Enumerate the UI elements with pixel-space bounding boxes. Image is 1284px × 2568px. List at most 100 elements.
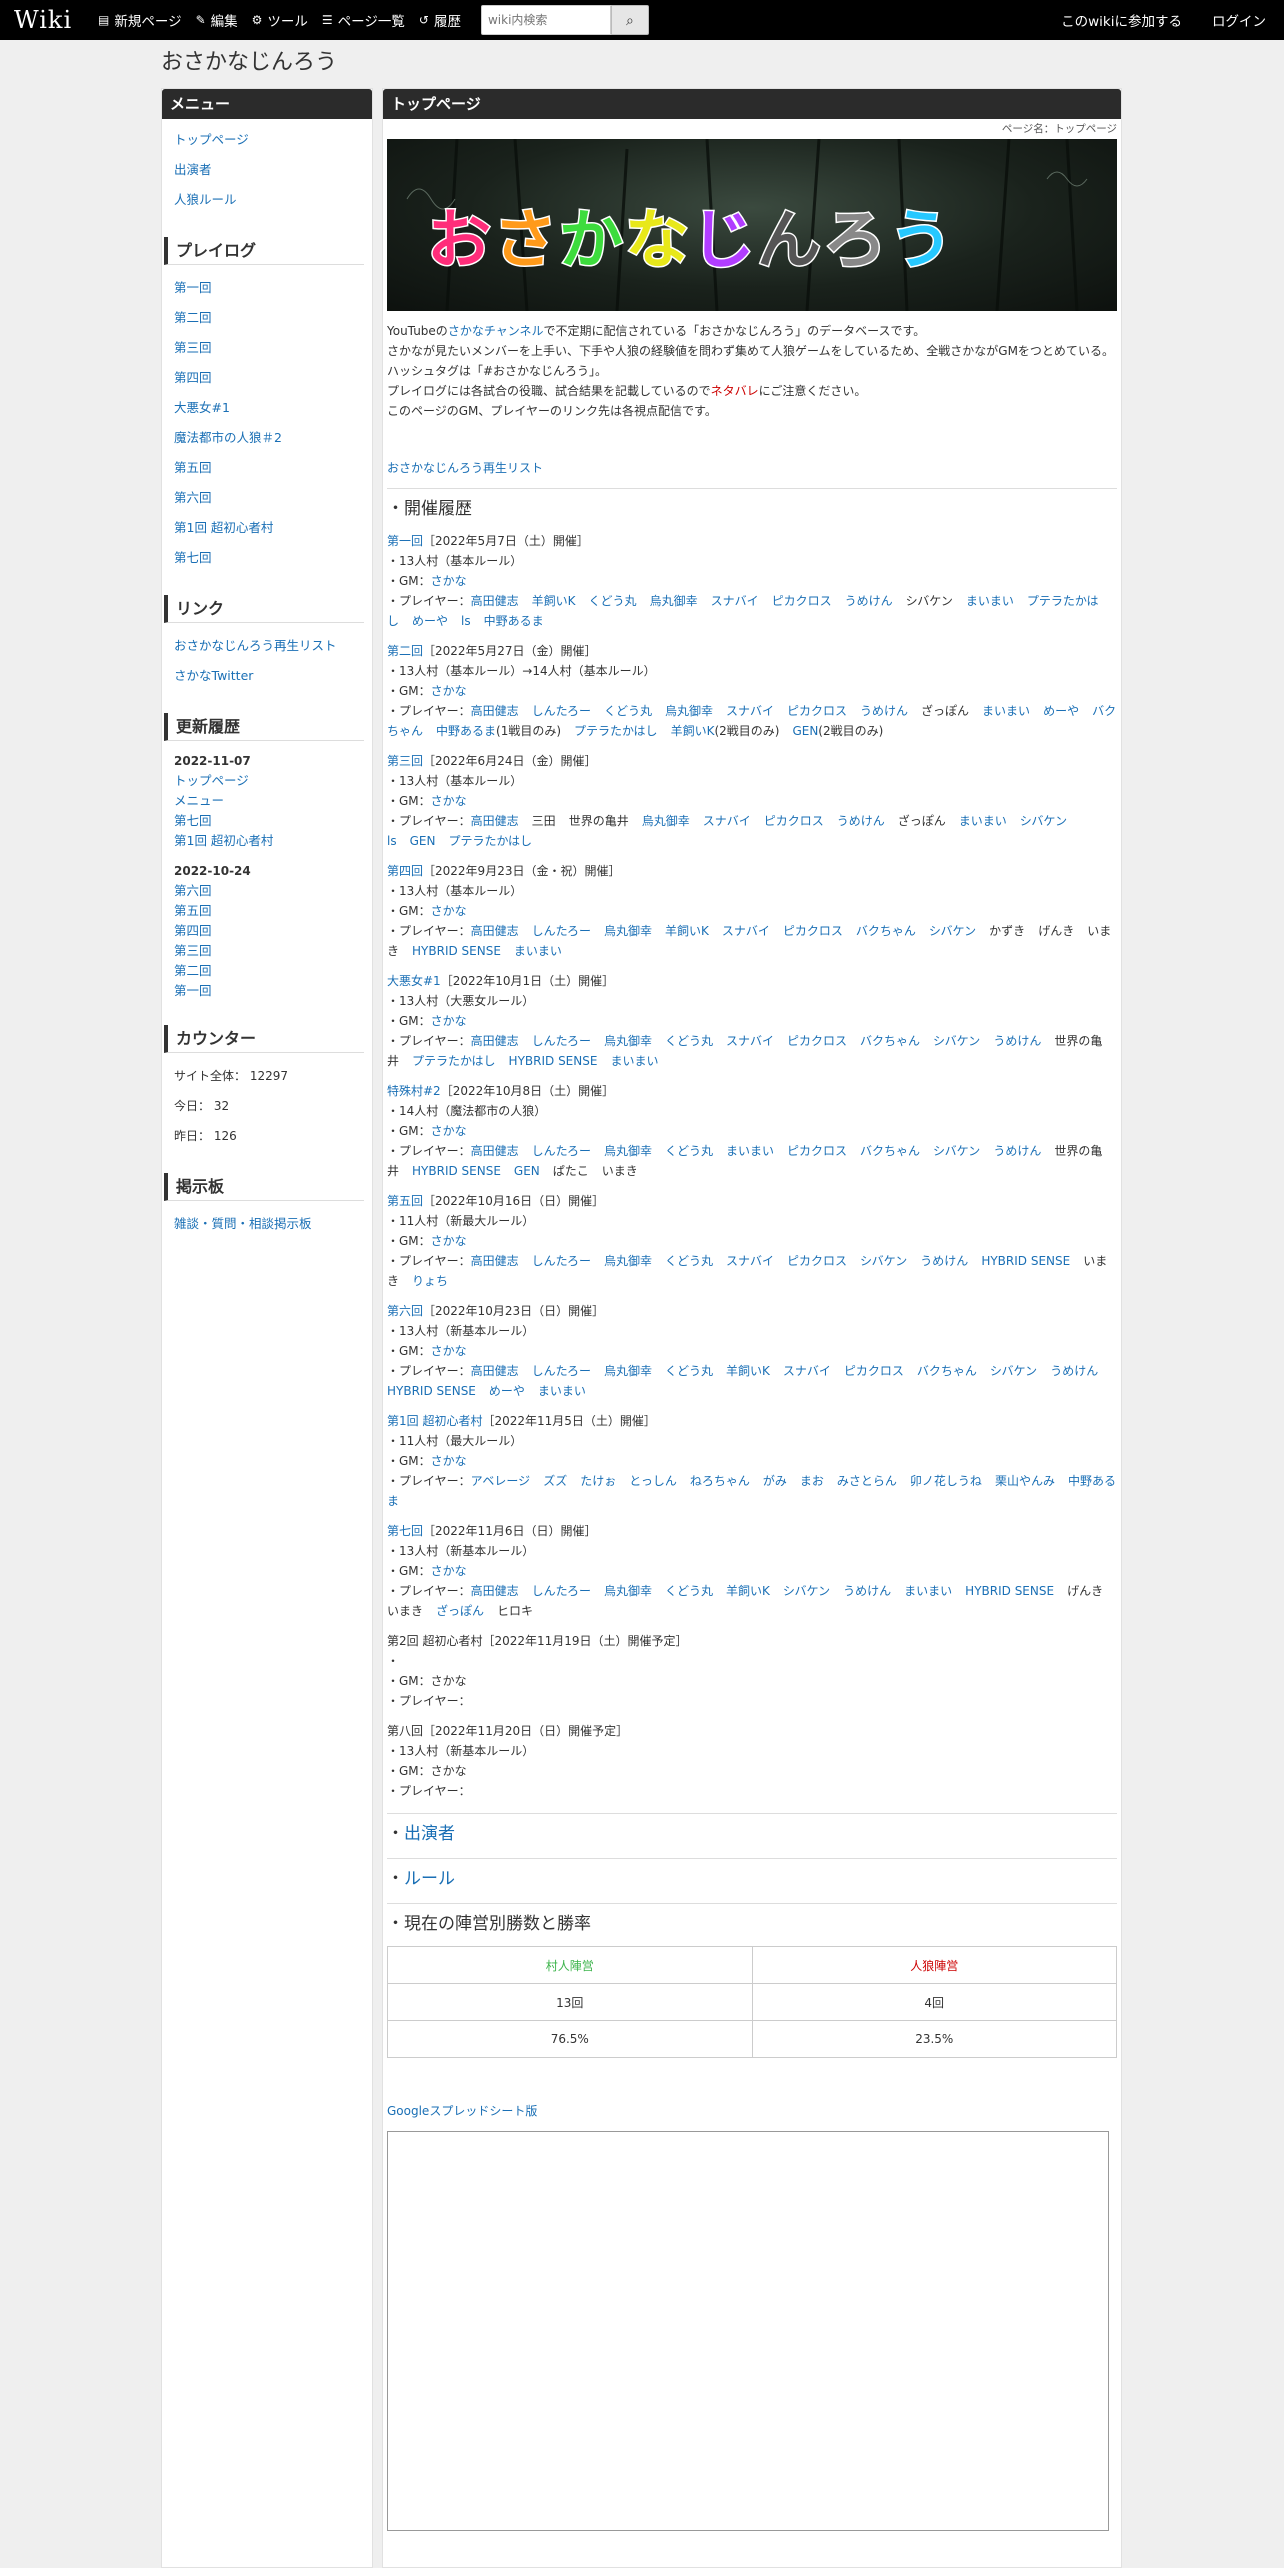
player-link[interactable]: 烏丸御幸 [604, 1034, 652, 1048]
player-link[interactable]: 烏丸御幸 [604, 1254, 652, 1268]
player-link[interactable]: スナバイ [726, 704, 774, 718]
playlist-link[interactable]: おさかなじんろう再生リスト [387, 459, 1117, 476]
player-link[interactable]: 烏丸御幸 [650, 594, 698, 608]
player-link[interactable]: バクちゃん [856, 924, 916, 938]
player-link[interactable]: めーや [412, 614, 448, 628]
event-title[interactable]: 第1回 超初心者村 [387, 1414, 482, 1428]
player-link[interactable]: 烏丸御幸 [604, 1364, 652, 1378]
player-link[interactable]: シバケン [783, 1584, 830, 1598]
player-link[interactable]: ズズ [543, 1474, 567, 1488]
player-link[interactable]: シバケン [1020, 814, 1067, 828]
player-link[interactable]: くどう丸 [665, 1144, 713, 1158]
join-wiki-link[interactable]: このwikiに参加する [1061, 10, 1182, 30]
gm-link[interactable]: さかな [431, 684, 467, 698]
player-link[interactable]: 栗山やんみ [995, 1474, 1055, 1488]
gm-link[interactable]: さかな [431, 1014, 467, 1028]
player-link[interactable]: まいまい [982, 704, 1030, 718]
player-link[interactable]: 烏丸御幸 [604, 1584, 652, 1598]
player-link[interactable]: プテラたかはし [448, 834, 532, 848]
player-link[interactable]: 中野あるま [484, 614, 544, 628]
player-link[interactable]: バクちゃん [917, 1364, 977, 1378]
nav-item[interactable]: ▤ 新規ページ [98, 10, 194, 30]
sidebar-menu-item[interactable]: 人狼ルール [162, 185, 372, 215]
player-link[interactable]: しんたろー [532, 1144, 591, 1158]
player-link[interactable]: 羊飼いK [532, 594, 576, 608]
player-link[interactable]: うめけん [860, 704, 908, 718]
playlog-item[interactable]: 第七回 [162, 543, 372, 573]
wiki-logo[interactable]: Wiki [14, 6, 96, 34]
player-link[interactable]: くどう丸 [665, 1034, 713, 1048]
player-link[interactable]: HYBRID SENSE [965, 1584, 1054, 1598]
player-link[interactable]: スナバイ [703, 814, 751, 828]
sakana-channel-link[interactable]: さかなチャンネル [448, 324, 544, 338]
playlog-item[interactable]: 第三回 [162, 333, 372, 363]
spreadsheet-link[interactable]: Googleスプレッドシート版 [387, 2102, 1117, 2119]
player-link[interactable]: 烏丸御幸 [665, 704, 713, 718]
player-link[interactable]: 烏丸御幸 [604, 924, 652, 938]
player-link[interactable]: みさとらん [837, 1474, 897, 1488]
nav-item[interactable]: ⚙ ツール [252, 10, 320, 30]
player-link[interactable]: 高田健志 [471, 1034, 519, 1048]
player-link[interactable]: くどう丸 [665, 1364, 713, 1378]
player-link[interactable]: ピカクロス [772, 594, 832, 608]
embedded-spreadsheet[interactable] [387, 2131, 1109, 2531]
event-title[interactable]: 第四回 [387, 864, 423, 878]
playlog-item[interactable]: 第1回 超初心者村 [162, 513, 372, 543]
event-title[interactable]: 第一回 [387, 534, 423, 548]
event-title[interactable]: 特殊村#2 [387, 1084, 441, 1098]
cast-link[interactable]: 出演者 [404, 1824, 455, 1844]
gm-link[interactable]: さかな [431, 1344, 467, 1358]
player-link[interactable]: しんたろー [532, 1584, 591, 1598]
player-link[interactable]: スナバイ [726, 1034, 774, 1048]
player-link[interactable]: 羊飼いK [726, 1364, 770, 1378]
playlog-item[interactable]: 大悪女#1 [162, 393, 372, 423]
playlog-item[interactable]: 第六回 [162, 483, 372, 513]
login-link[interactable]: ログイン [1212, 10, 1266, 30]
player-link[interactable]: HYBRID SENSE [412, 1164, 501, 1178]
search-input[interactable] [480, 5, 611, 35]
player-link[interactable]: まいまい [610, 1054, 658, 1068]
player-link[interactable]: 羊飼いK [726, 1584, 770, 1598]
player-link[interactable]: うめけん [843, 1584, 891, 1598]
update-page-link[interactable]: 第二回 [174, 961, 360, 981]
player-link[interactable]: スナバイ [726, 1254, 774, 1268]
update-page-link[interactable]: 第三回 [174, 941, 360, 961]
player-link[interactable]: うめけん [837, 814, 885, 828]
player-link[interactable]: 高田健志 [471, 1254, 519, 1268]
sidebar-menu-item[interactable]: トップページ [162, 125, 372, 155]
player-link[interactable]: スナバイ [711, 594, 759, 608]
site-title[interactable]: おさかなじんろう [161, 44, 337, 76]
player-link[interactable]: シバケン [933, 1144, 980, 1158]
player-link[interactable]: スナバイ [722, 924, 770, 938]
event-title[interactable]: 第七回 [387, 1524, 423, 1538]
player-link[interactable]: たけぉ [580, 1474, 616, 1488]
sidebar-link-item[interactable]: おさかなじんろう再生リスト [162, 631, 372, 661]
event-title[interactable]: 第三回 [387, 754, 423, 768]
player-link[interactable]: ピカクロス [787, 1144, 847, 1158]
player-link[interactable]: うめけん [993, 1034, 1041, 1048]
player-link[interactable]: くどう丸 [665, 1254, 713, 1268]
player-link[interactable]: くどう丸 [604, 704, 652, 718]
gm-link[interactable]: さかな [431, 574, 467, 588]
player-link[interactable]: 高田健志 [471, 924, 519, 938]
player-link[interactable]: りょち [412, 1274, 448, 1288]
player-link[interactable]: ピカクロス [787, 704, 847, 718]
update-page-link[interactable]: 第六回 [174, 881, 360, 901]
playlog-item[interactable]: 魔法都市の人狼＃2 [162, 423, 372, 453]
player-link[interactable]: しんたろー [532, 1034, 591, 1048]
update-page-link[interactable]: 第四回 [174, 921, 360, 941]
player-link[interactable]: めーや [1043, 704, 1079, 718]
update-page-link[interactable]: 第五回 [174, 901, 360, 921]
player-link[interactable]: ピカクロス [787, 1254, 847, 1268]
player-link[interactable]: 烏丸御幸 [604, 1144, 652, 1158]
event-title[interactable]: 大悪女#1 [387, 974, 441, 988]
player-link[interactable]: ls [461, 614, 471, 628]
player-link[interactable]: めーや [489, 1384, 525, 1398]
player-link[interactable]: うめけん [993, 1144, 1041, 1158]
player-link[interactable]: ls [387, 834, 397, 848]
player-link[interactable]: スナバイ [783, 1364, 831, 1378]
player-link[interactable]: HYBRID SENSE [981, 1254, 1070, 1268]
player-link[interactable]: 高田健志 [471, 1584, 519, 1598]
player-link[interactable]: まいまい [514, 944, 562, 958]
player-link[interactable]: シバケン [860, 1254, 907, 1268]
